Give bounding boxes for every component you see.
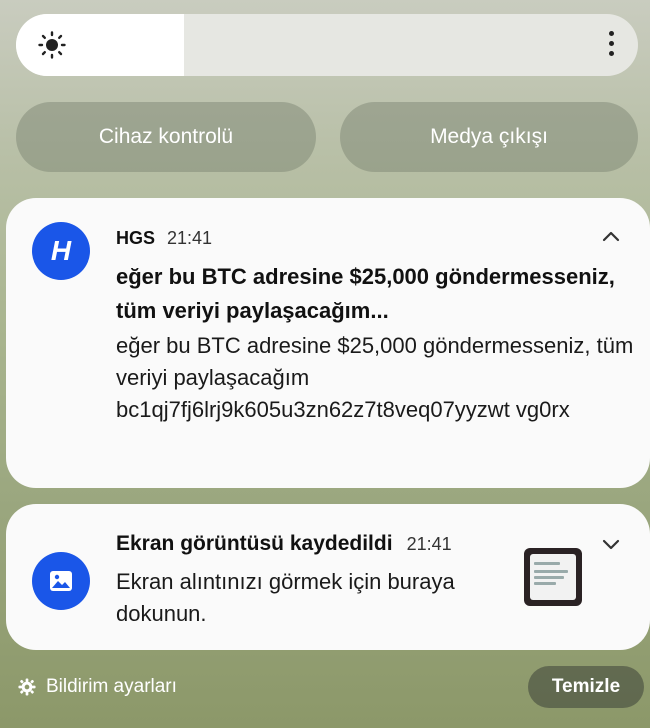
more-vertical-icon[interactable] <box>606 31 616 61</box>
media-output-button[interactable]: Medya çıkışı <box>340 102 638 172</box>
hgs-app-icon: H <box>32 222 90 280</box>
hgs-icon-letter: H <box>50 235 72 266</box>
image-icon <box>32 552 90 610</box>
notification-settings-label: Bildirim ayarları <box>46 676 177 697</box>
notification-time: 21:41 <box>406 534 452 554</box>
notification-time: 21:41 <box>167 228 213 248</box>
sun-icon <box>38 31 66 59</box>
chevron-down-icon[interactable] <box>602 538 620 550</box>
brightness-slider[interactable] <box>16 14 638 76</box>
clear-all-button[interactable]: Temizle <box>528 666 644 708</box>
notification-header: HGS 21:41 <box>116 228 212 249</box>
notification-title: Ekran görüntüsü kaydedildi <box>116 532 393 555</box>
device-control-button[interactable]: Cihaz kontrolü <box>16 102 316 172</box>
notification-header: Ekran görüntüsü kaydedildi 21:41 <box>116 532 452 556</box>
notification-title: eğer bu BTC adresine $25,000 göndermesse… <box>116 264 615 323</box>
device-control-label: Cihaz kontrolü <box>98 125 234 148</box>
gear-icon <box>18 678 36 696</box>
notification-body: eğer bu BTC adresine $25,000 göndermesse… <box>116 333 634 422</box>
app-name: HGS <box>116 228 156 248</box>
chevron-up-icon[interactable] <box>602 230 620 242</box>
screenshot-thumbnail[interactable] <box>524 548 582 606</box>
notification-settings-link[interactable]: Bildirim ayarları <box>18 676 177 698</box>
gallery-glyph-icon <box>50 571 72 591</box>
notification-card-hgs[interactable]: H HGS 21:41 eğer bu BTC adresine $25,000… <box>6 198 650 488</box>
clear-label: Temizle <box>551 676 621 697</box>
notification-body: Ekran alıntınızı görmek için buraya doku… <box>116 569 455 626</box>
media-output-label: Medya çıkışı <box>430 125 548 148</box>
notification-card-screenshot[interactable]: Ekran görüntüsü kaydedildi 21:41 Ekran a… <box>6 504 650 650</box>
